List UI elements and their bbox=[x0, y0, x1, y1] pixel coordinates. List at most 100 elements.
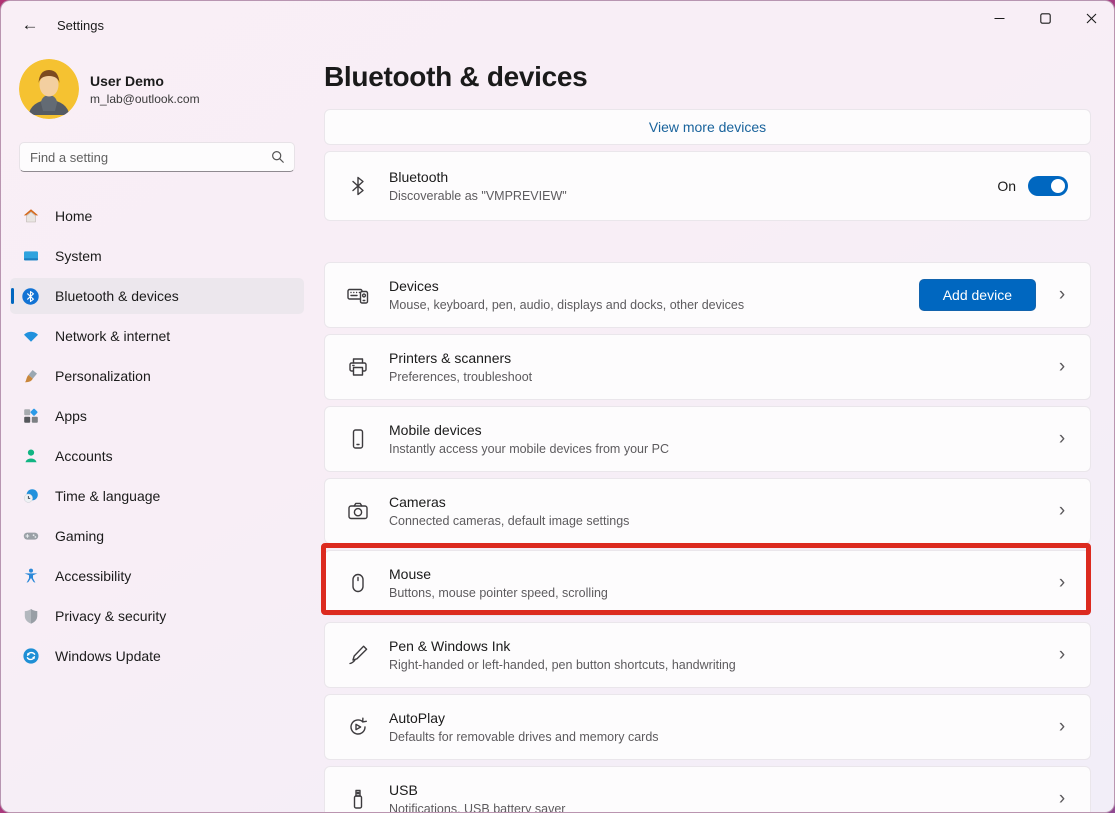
row-title: Printers & scanners bbox=[389, 350, 1048, 366]
time-language-icon bbox=[22, 488, 39, 505]
page-title: Bluetooth & devices bbox=[324, 61, 1091, 93]
maximize-icon bbox=[1040, 13, 1051, 24]
sidebar-item-system[interactable]: System bbox=[10, 238, 304, 274]
sidebar-item-accessibility[interactable]: Accessibility bbox=[10, 558, 304, 594]
avatar bbox=[19, 59, 79, 119]
sidebar-item-privacy-security[interactable]: Privacy & security bbox=[10, 598, 304, 634]
row-title: Mobile devices bbox=[389, 422, 1048, 438]
sidebar-item-label: Personalization bbox=[55, 368, 151, 384]
sidebar-item-network-internet[interactable]: Network & internet bbox=[10, 318, 304, 354]
chevron-right-icon: › bbox=[1048, 572, 1076, 594]
row-subtitle: Instantly access your mobile devices fro… bbox=[389, 442, 1048, 456]
row-cameras[interactable]: Cameras Connected cameras, default image… bbox=[324, 478, 1091, 544]
search-box[interactable] bbox=[19, 142, 295, 172]
sidebar-item-label: Accounts bbox=[55, 448, 113, 464]
chevron-right-icon: › bbox=[1048, 428, 1076, 450]
mobile-phone-icon bbox=[345, 427, 371, 451]
row-devices[interactable]: Devices Mouse, keyboard, pen, audio, dis… bbox=[324, 262, 1091, 328]
bluetooth-icon bbox=[22, 288, 39, 305]
desktop-background: ← Settings bbox=[0, 0, 1115, 813]
sidebar: User Demo m_lab@outlook.com Home Sys bbox=[1, 49, 313, 812]
bluetooth-title: Bluetooth bbox=[389, 169, 997, 185]
sidebar-item-label: Network & internet bbox=[55, 328, 170, 344]
minimize-icon bbox=[994, 13, 1005, 24]
printer-icon bbox=[345, 355, 371, 379]
row-subtitle: Right-handed or left-handed, pen button … bbox=[389, 658, 1048, 672]
chevron-right-icon: › bbox=[1048, 788, 1076, 810]
network-icon bbox=[22, 328, 39, 345]
row-subtitle: Connected cameras, default image setting… bbox=[389, 514, 1048, 528]
bluetooth-subtitle: Discoverable as "VMPREVIEW" bbox=[389, 189, 997, 203]
app-title: Settings bbox=[57, 18, 104, 33]
user-email: m_lab@outlook.com bbox=[90, 92, 200, 106]
sidebar-item-label: Windows Update bbox=[55, 648, 161, 664]
user-name: User Demo bbox=[90, 73, 200, 89]
sidebar-item-gaming[interactable]: Gaming bbox=[10, 518, 304, 554]
row-subtitle: Defaults for removable drives and memory… bbox=[389, 730, 1048, 744]
titlebar: ← Settings bbox=[1, 1, 1114, 49]
sidebar-item-label: Privacy & security bbox=[55, 608, 166, 624]
chevron-right-icon: › bbox=[1048, 644, 1076, 666]
row-title: Mouse bbox=[389, 566, 1048, 582]
row-autoplay[interactable]: AutoPlay Defaults for removable drives a… bbox=[324, 694, 1091, 760]
chevron-right-icon: › bbox=[1048, 356, 1076, 378]
bluetooth-toggle-row: Bluetooth Discoverable as "VMPREVIEW" On bbox=[324, 151, 1091, 221]
sidebar-item-home[interactable]: Home bbox=[10, 198, 304, 234]
mouse-icon bbox=[345, 571, 371, 595]
back-button[interactable]: ← bbox=[11, 8, 49, 42]
row-subtitle: Notifications, USB battery saver bbox=[389, 802, 1048, 813]
view-more-devices-button[interactable]: View more devices bbox=[324, 109, 1091, 145]
view-more-devices-label: View more devices bbox=[649, 119, 766, 135]
system-icon bbox=[22, 248, 39, 265]
mouse-row-wrapper: Mouse Buttons, mouse pointer speed, scro… bbox=[324, 550, 1091, 616]
gaming-icon bbox=[22, 528, 39, 545]
windows-update-icon bbox=[22, 648, 39, 665]
toggle-state-label: On bbox=[997, 178, 1016, 194]
bluetooth-glyph-icon bbox=[345, 175, 371, 197]
accessibility-icon bbox=[22, 568, 39, 585]
row-title: Cameras bbox=[389, 494, 1048, 510]
sidebar-item-personalization[interactable]: Personalization bbox=[10, 358, 304, 394]
row-subtitle: Preferences, troubleshoot bbox=[389, 370, 1048, 384]
row-subtitle: Buttons, mouse pointer speed, scrolling bbox=[389, 586, 1048, 600]
apps-icon bbox=[22, 408, 39, 425]
sidebar-item-label: Accessibility bbox=[55, 568, 131, 584]
search-input[interactable] bbox=[30, 150, 271, 165]
selected-indicator bbox=[11, 288, 14, 304]
sidebar-item-label: Time & language bbox=[55, 488, 160, 504]
sidebar-item-accounts[interactable]: Accounts bbox=[10, 438, 304, 474]
home-icon bbox=[22, 208, 39, 225]
sidebar-item-windows-update[interactable]: Windows Update bbox=[10, 638, 304, 674]
user-profile[interactable]: User Demo m_lab@outlook.com bbox=[1, 49, 313, 119]
bluetooth-toggle[interactable] bbox=[1028, 176, 1068, 196]
sidebar-item-label: Home bbox=[55, 208, 92, 224]
chevron-right-icon: › bbox=[1048, 284, 1076, 306]
sidebar-item-label: Bluetooth & devices bbox=[55, 288, 179, 304]
minimize-button[interactable] bbox=[976, 1, 1022, 35]
maximize-button[interactable] bbox=[1022, 1, 1068, 35]
search-icon bbox=[271, 150, 285, 164]
row-mobile-devices[interactable]: Mobile devices Instantly access your mob… bbox=[324, 406, 1091, 472]
row-title: USB bbox=[389, 782, 1048, 798]
row-pen-windows-ink[interactable]: Pen & Windows Ink Right-handed or left-h… bbox=[324, 622, 1091, 688]
row-title: AutoPlay bbox=[389, 710, 1048, 726]
pen-icon bbox=[345, 643, 371, 667]
close-button[interactable] bbox=[1068, 1, 1114, 35]
privacy-icon bbox=[22, 608, 39, 625]
sidebar-item-apps[interactable]: Apps bbox=[10, 398, 304, 434]
camera-icon bbox=[345, 499, 371, 523]
sidebar-item-label: Apps bbox=[55, 408, 87, 424]
sidebar-item-time-language[interactable]: Time & language bbox=[10, 478, 304, 514]
back-arrow-icon: ← bbox=[22, 15, 39, 35]
row-printers-scanners[interactable]: Printers & scanners Preferences, trouble… bbox=[324, 334, 1091, 400]
row-mouse[interactable]: Mouse Buttons, mouse pointer speed, scro… bbox=[324, 550, 1091, 616]
devices-icon bbox=[345, 283, 371, 307]
row-title: Devices bbox=[389, 278, 919, 294]
sidebar-item-label: Gaming bbox=[55, 528, 104, 544]
sidebar-nav: Home System Bluetooth & devices Net bbox=[1, 198, 313, 674]
row-title: Pen & Windows Ink bbox=[389, 638, 1048, 654]
row-usb[interactable]: USB Notifications, USB battery saver › bbox=[324, 766, 1091, 813]
sidebar-item-bluetooth-devices[interactable]: Bluetooth & devices bbox=[10, 278, 304, 314]
autoplay-icon bbox=[345, 715, 371, 739]
add-device-button[interactable]: Add device bbox=[919, 279, 1036, 311]
